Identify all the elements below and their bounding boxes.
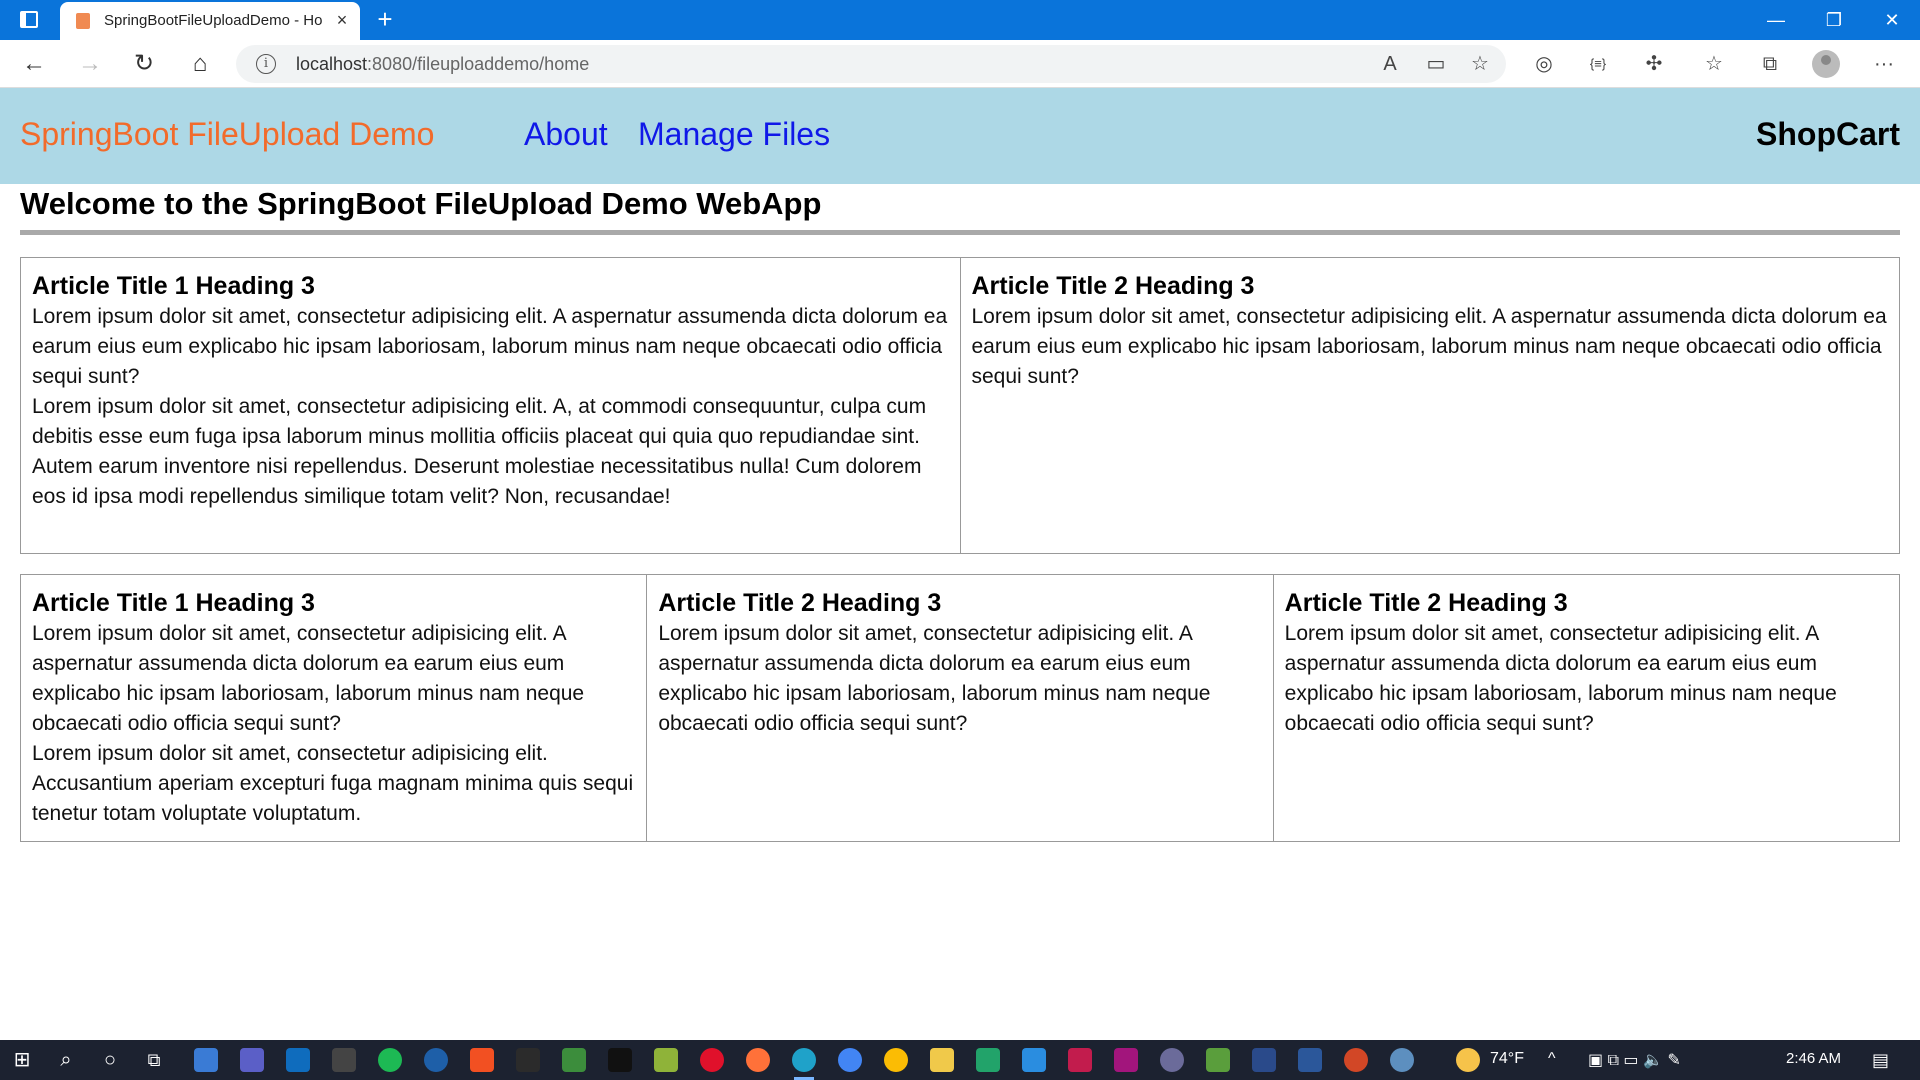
articles-row-1: Article Title 1 Heading 3 Lorem ipsum do… xyxy=(20,257,1900,554)
read-aloud-icon[interactable]: A xyxy=(1376,50,1404,78)
article-heading: Article Title 2 Heading 3 xyxy=(971,272,1255,300)
git-icon[interactable] xyxy=(562,1048,586,1072)
windows-taskbar: ⊞ ⌕ ○ ⧉ 74°F ^ ▣ ⧉ ▭ 🔈 ✎ 2:46 AM ▤ xyxy=(0,1040,1920,1080)
task-view-icon[interactable]: ⧉ xyxy=(142,1048,166,1072)
article-heading: Article Title 2 Heading 3 xyxy=(1284,589,1568,617)
favorites-icon[interactable]: ☆ xyxy=(1700,50,1728,78)
immersive-reader-icon[interactable]: ▭ xyxy=(1422,50,1450,78)
tab-actions-icon[interactable] xyxy=(20,11,38,28)
address-bar[interactable]: i localhost:8080/fileuploaddemo/home xyxy=(236,45,1506,83)
shopcart-link[interactable]: ShopCart xyxy=(1756,116,1900,153)
url-text[interactable]: localhost:8080/fileuploaddemo/home xyxy=(296,54,589,75)
article-paragraph: Lorem ipsum dolor sit amet, consectetur … xyxy=(971,305,1887,388)
forward-button[interactable]: → xyxy=(74,48,106,80)
nav-manage-files-link[interactable]: Manage Files xyxy=(638,116,830,153)
article-card: Article Title 2 Heading 3 Lorem ipsum do… xyxy=(961,258,1900,553)
app-icon[interactable] xyxy=(1206,1048,1230,1072)
notifications-icon[interactable]: ▤ xyxy=(1872,1050,1889,1071)
article-paragraph: Lorem ipsum dolor sit amet, consectetur … xyxy=(32,305,948,388)
more-menu-icon[interactable]: ··· xyxy=(1870,50,1898,78)
cortana-icon[interactable]: ○ xyxy=(98,1048,122,1072)
minimize-button[interactable]: — xyxy=(1748,0,1804,40)
weather-icon[interactable] xyxy=(1456,1048,1480,1072)
weather-temp[interactable]: 74°F xyxy=(1490,1050,1524,1068)
tray-overflow-icon[interactable]: ^ xyxy=(1548,1050,1556,1068)
article-paragraph: Lorem ipsum dolor sit amet, consectetur … xyxy=(658,622,1211,735)
teams-icon[interactable] xyxy=(240,1048,264,1072)
terminal-icon[interactable] xyxy=(332,1048,356,1072)
app-icon[interactable] xyxy=(1252,1048,1276,1072)
app-icon[interactable] xyxy=(194,1048,218,1072)
article-card: Article Title 2 Heading 3 Lorem ipsum do… xyxy=(647,575,1274,841)
tab-favicon-icon xyxy=(76,13,90,29)
cmd-icon[interactable] xyxy=(608,1048,632,1072)
article-heading: Article Title 1 Heading 3 xyxy=(32,589,315,617)
article-card: Article Title 1 Heading 3 Lorem ipsum do… xyxy=(21,258,961,553)
url-host: localhost xyxy=(296,54,368,74)
browser-tab[interactable]: SpringBootFileUploadDemo - Ho × xyxy=(60,2,360,40)
browser-title-bar: SpringBootFileUploadDemo - Ho × + — ❐ ✕ xyxy=(0,0,1920,40)
restore-button[interactable]: ❐ xyxy=(1806,0,1862,40)
article-card: Article Title 1 Heading 3 Lorem ipsum do… xyxy=(21,575,648,841)
opera-icon[interactable] xyxy=(700,1048,724,1072)
clock[interactable]: 2:46 AM xyxy=(1786,1050,1841,1067)
profile-avatar[interactable] xyxy=(1812,50,1840,78)
lambda-icon[interactable] xyxy=(654,1048,678,1072)
refresh-button[interactable]: ↻ xyxy=(128,48,160,80)
search-icon[interactable]: ⌕ xyxy=(54,1048,78,1072)
browser-essentials-icon[interactable]: ◎ xyxy=(1530,50,1558,78)
app-icon[interactable] xyxy=(1390,1048,1414,1072)
collections-icon[interactable]: ⧉ xyxy=(1756,50,1784,78)
extensions-icon[interactable]: ✣ xyxy=(1640,50,1668,78)
site-info-icon[interactable]: i xyxy=(256,54,276,74)
article-paragraph: Lorem ipsum dolor sit amet, consectetur … xyxy=(32,395,927,508)
word-icon[interactable] xyxy=(1298,1048,1322,1072)
vscode-icon[interactable] xyxy=(1022,1048,1046,1072)
home-button[interactable]: ⌂ xyxy=(184,48,216,80)
app-icon[interactable] xyxy=(1114,1048,1138,1072)
url-path: :8080/fileuploaddemo/home xyxy=(367,54,590,74)
articles-row-2: Article Title 1 Heading 3 Lorem ipsum do… xyxy=(20,574,1900,842)
tab-close-icon[interactable]: × xyxy=(330,8,354,32)
app-icon[interactable] xyxy=(1160,1048,1184,1072)
title-divider xyxy=(20,230,1900,235)
vscode-icon[interactable] xyxy=(976,1048,1000,1072)
close-window-button[interactable]: ✕ xyxy=(1864,0,1920,40)
powerpoint-icon[interactable] xyxy=(1344,1048,1368,1072)
chrome-icon[interactable] xyxy=(838,1048,862,1072)
powershell-icon[interactable] xyxy=(516,1048,540,1072)
tray-icons[interactable]: ▣ ⧉ ▭ 🔈 ✎ xyxy=(1588,1050,1681,1070)
app-icon[interactable] xyxy=(424,1048,448,1072)
site-brand[interactable]: SpringBoot FileUpload Demo xyxy=(20,116,434,153)
article-paragraph: Lorem ipsum dolor sit amet, consectetur … xyxy=(1284,622,1837,735)
article-heading: Article Title 1 Heading 3 xyxy=(32,272,315,300)
file-explorer-icon[interactable] xyxy=(930,1048,954,1072)
intellij-icon[interactable] xyxy=(1068,1048,1092,1072)
tab-title: SpringBootFileUploadDemo - Ho xyxy=(104,12,323,29)
outlook-icon[interactable] xyxy=(286,1048,310,1072)
code-extension-icon[interactable]: {≡} xyxy=(1584,50,1612,78)
article-card: Article Title 2 Heading 3 Lorem ipsum do… xyxy=(1274,575,1899,841)
add-favorite-icon[interactable]: ☆ xyxy=(1466,50,1494,78)
app-icon[interactable] xyxy=(470,1048,494,1072)
start-icon[interactable]: ⊞ xyxy=(10,1048,34,1072)
article-paragraph: Lorem ipsum dolor sit amet, consectetur … xyxy=(32,622,585,735)
chrome-icon[interactable] xyxy=(884,1048,908,1072)
back-button[interactable]: ← xyxy=(18,48,50,80)
firefox-icon[interactable] xyxy=(746,1048,770,1072)
site-header: SpringBoot FileUpload Demo About Manage … xyxy=(0,88,1920,184)
browser-toolbar: ← → ↻ ⌂ i localhost:8080/fileuploaddemo/… xyxy=(0,40,1920,88)
article-paragraph: Lorem ipsum dolor sit amet, consectetur … xyxy=(32,742,634,825)
article-heading: Article Title 2 Heading 3 xyxy=(658,589,942,617)
spotify-icon[interactable] xyxy=(378,1048,402,1072)
edge-icon[interactable] xyxy=(792,1048,816,1080)
new-tab-button[interactable]: + xyxy=(370,4,400,34)
page-title: Welcome to the SpringBoot FileUpload Dem… xyxy=(20,186,822,221)
nav-about-link[interactable]: About xyxy=(524,116,608,153)
